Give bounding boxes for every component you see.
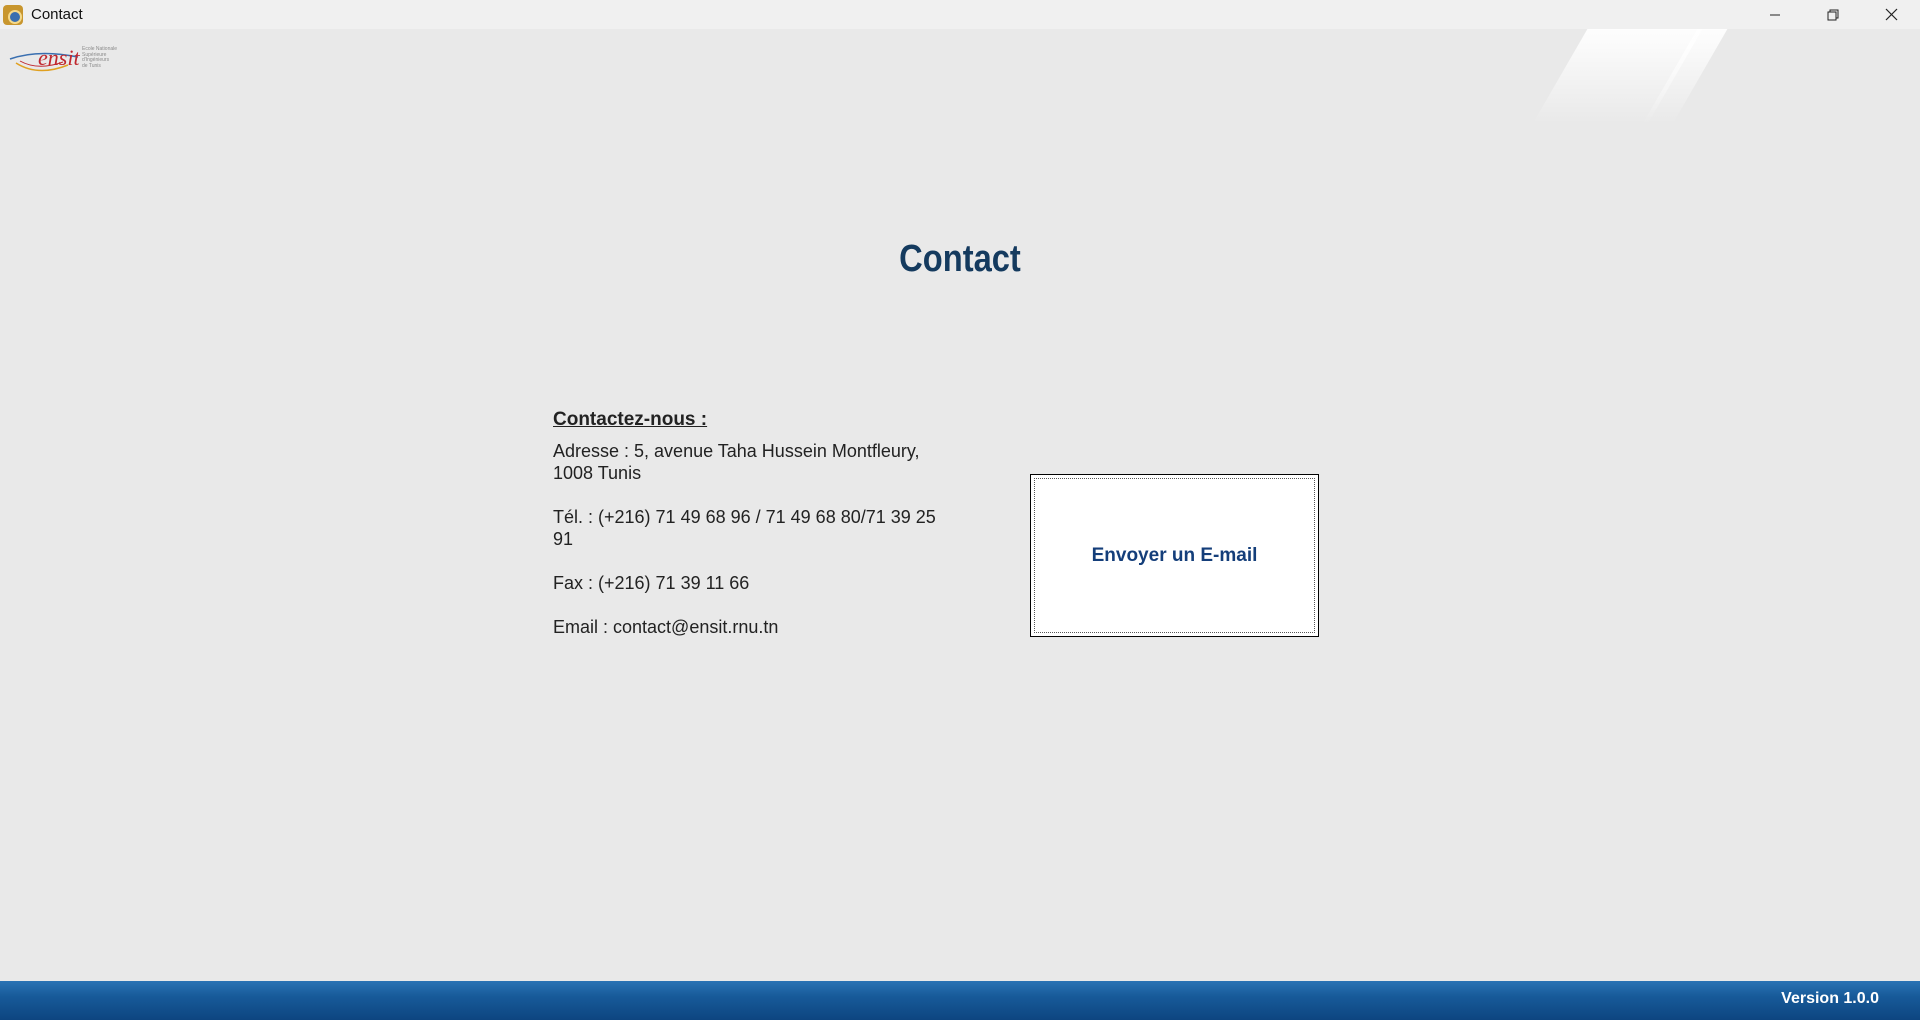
ensit-logo: ensit Ecole Nationale Supérieure d'Ingén… bbox=[8, 45, 133, 75]
restore-icon bbox=[1827, 9, 1839, 20]
status-bar: Version 1.0.0 bbox=[0, 981, 1920, 1020]
window-title: Contact bbox=[31, 6, 83, 23]
send-email-label: Envoyer un E-mail bbox=[1091, 544, 1258, 566]
minimize-icon bbox=[1770, 14, 1780, 15]
contact-info: Contactez-nous : Adresse : 5, avenue Tah… bbox=[553, 409, 938, 660]
app-icon bbox=[3, 4, 23, 25]
contact-heading: Contactez-nous : bbox=[553, 409, 708, 430]
window-titlebar: Contact bbox=[0, 0, 1920, 29]
page-title: Contact bbox=[899, 238, 1021, 280]
restore-button[interactable] bbox=[1804, 0, 1862, 29]
close-button[interactable] bbox=[1862, 0, 1920, 29]
version-label: Version 1.0.0 bbox=[1781, 990, 1879, 1007]
logo-wordmark: ensit bbox=[38, 45, 80, 70]
logo-subtitle-line: de Tunis bbox=[82, 62, 101, 69]
window-controls bbox=[1746, 0, 1920, 29]
send-email-button[interactable]: Envoyer un E-mail bbox=[1030, 474, 1319, 637]
contact-fax: Fax : (+216) 71 39 11 66 bbox=[553, 573, 750, 593]
contact-email: Email : contact@ensit.rnu.tn bbox=[553, 617, 779, 637]
contact-address: Adresse : 5, avenue Taha Hussein Montfle… bbox=[553, 441, 920, 483]
close-icon bbox=[1885, 8, 1897, 21]
logo-subtitle: Ecole Nationale Supérieure d'Ingénieurs … bbox=[82, 46, 142, 69]
main-content: ensit Ecole Nationale Supérieure d'Ingén… bbox=[0, 29, 1920, 981]
minimize-button[interactable] bbox=[1746, 0, 1804, 29]
contact-phone: Tél. : (+216) 71 49 68 96 / 71 49 68 80/… bbox=[553, 507, 936, 549]
send-email-button-focus: Envoyer un E-mail bbox=[1034, 478, 1315, 633]
